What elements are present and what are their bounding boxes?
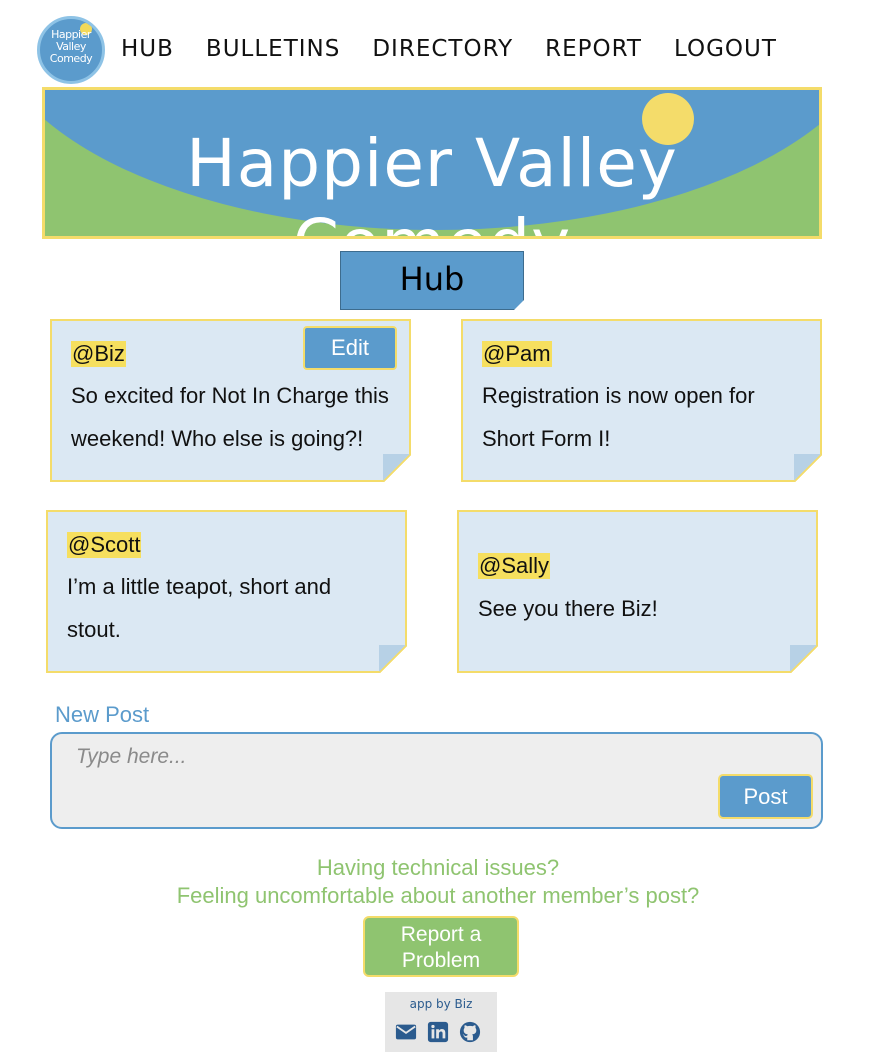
- page-curl: [379, 645, 407, 673]
- page-title: Hub: [340, 251, 524, 310]
- page-curl: [794, 454, 822, 482]
- banner-title: Happier Valley Comedy: [186, 125, 678, 236]
- github-icon[interactable]: [459, 1021, 481, 1043]
- credit-badge: app by Biz: [385, 992, 497, 1052]
- social-icons: [395, 1021, 481, 1043]
- post-handle[interactable]: @Sally: [478, 553, 551, 579]
- post-button[interactable]: Post: [718, 774, 813, 819]
- post-card: @Sally See you there Biz!: [457, 510, 818, 673]
- post-body: So excited for Not In Charge this weeken…: [71, 383, 389, 451]
- post-handle[interactable]: @Scott: [67, 532, 142, 558]
- nav-link-report[interactable]: REPORT: [545, 34, 642, 64]
- post-card: @Scott I’m a little teapot, short and st…: [46, 510, 407, 673]
- edit-button[interactable]: Edit: [303, 326, 397, 370]
- post-card: @Pam Registration is now open for Short …: [461, 319, 822, 482]
- nav-link-logout[interactable]: LOGOUT: [674, 34, 777, 64]
- post-body: I’m a little teapot, short and stout.: [67, 574, 332, 642]
- new-post-label: New Post: [55, 702, 150, 727]
- post-handle[interactable]: @Pam: [482, 341, 552, 367]
- post-handle[interactable]: @Biz: [71, 341, 126, 367]
- post-body: Registration is now open for Short Form …: [482, 383, 755, 451]
- nav-link-directory[interactable]: DIRECTORY: [372, 34, 513, 64]
- page-curl: [383, 454, 411, 482]
- email-icon[interactable]: [395, 1021, 417, 1043]
- linkedin-icon[interactable]: [427, 1021, 449, 1043]
- credit-text: app by Biz: [409, 997, 473, 1011]
- banner: Happier Valley Comedy: [42, 87, 822, 239]
- logo-text: Happier Valley Comedy: [49, 28, 93, 65]
- post-card: @Biz Edit So excited for Not In Charge t…: [50, 319, 411, 482]
- report-problem-button[interactable]: Report a Problem: [363, 916, 519, 977]
- logo[interactable]: Happier Valley Comedy: [37, 16, 105, 84]
- new-post-input[interactable]: [76, 742, 696, 772]
- fold-corner: [514, 300, 524, 310]
- help-text-2: Feeling uncomfortable about another memb…: [176, 883, 700, 908]
- post-body: See you there Biz!: [478, 596, 658, 621]
- nav-links: HUB BULLETINS DIRECTORY REPORT LOGOUT: [121, 34, 777, 64]
- nav-link-hub[interactable]: HUB: [121, 34, 174, 64]
- nav-link-bulletins[interactable]: BULLETINS: [206, 34, 340, 64]
- help-text-1: Having technical issues?: [316, 855, 560, 880]
- page-curl: [790, 645, 818, 673]
- new-post-box: Post: [50, 732, 823, 829]
- top-nav: Happier Valley Comedy HUB BULLETINS DIRE…: [0, 0, 876, 90]
